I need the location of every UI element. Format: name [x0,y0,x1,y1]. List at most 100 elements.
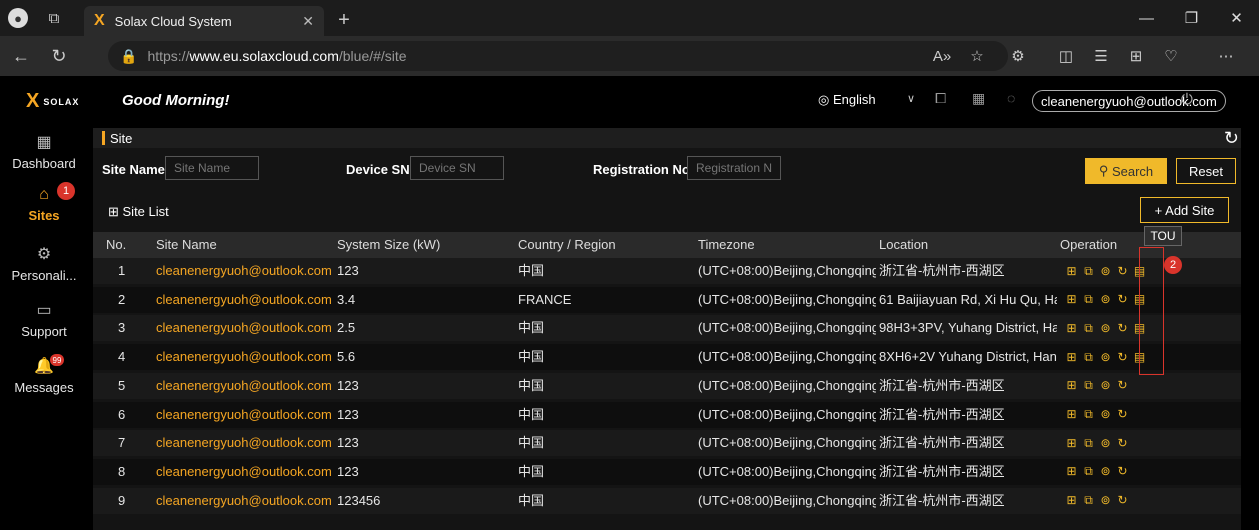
refresh-settings-icon[interactable]: ↻ [1116,436,1129,450]
cell-country: 中国 [518,320,545,336]
refresh-icon[interactable]: ↻ [1224,128,1239,149]
cell-site-name[interactable]: cleanenergyuoh@outlook.com S... [156,459,334,485]
cell-site-name[interactable]: cleanenergyuoh@outlook.com S... [156,315,334,341]
device-sn-input[interactable] [410,156,504,180]
read-aloud-icon[interactable]: A» [926,41,958,71]
monitor-icon[interactable]: ⊚ [1099,293,1112,306]
sidebar-item-support[interactable]: ▭ Support [0,300,88,339]
col-timezone[interactable]: Timezone [698,232,755,258]
add-site-button[interactable]: + Add Site [1140,197,1229,223]
restore-button[interactable]: ❐ [1169,0,1214,36]
reload-icon[interactable]: ↻ [42,39,76,73]
col-system-size[interactable]: System Size (kW) [337,232,440,258]
support-chat-icon[interactable]: ◌ [1007,90,1015,106]
tab-title: Solax Cloud System [114,13,232,29]
search-icon: ⚲ [1098,163,1112,178]
cell-country: 中国 [518,377,545,393]
more-icon[interactable]: ⋯ [1210,41,1242,71]
table-header: No. Site Name System Size (kW) Country /… [93,232,1241,258]
refresh-settings-icon[interactable]: ↻ [1116,350,1129,364]
sidebar-item-messages[interactable]: 🔔 Messages [0,356,88,395]
collections-icon[interactable]: ⊞ [1120,41,1152,71]
edit-icon[interactable]: ⊞ [1065,494,1078,507]
cell-timezone: (UTC+08:00)Beijing,Chongqing,H... [698,320,876,336]
edit-icon[interactable]: ⊞ [1065,436,1078,450]
chevron-down-icon[interactable]: ∨ [907,92,915,105]
brand-logo[interactable]: X SOLAX [26,90,79,113]
monitor-icon[interactable]: ⊚ [1099,494,1112,507]
back-icon[interactable]: ← [4,39,38,73]
cell-country: 中国 [518,435,545,451]
favorite-icon[interactable]: ☆ [961,41,993,71]
col-location[interactable]: Location [879,232,928,258]
screen-icon[interactable]: ⧠ [935,90,946,107]
monitor-icon[interactable]: ⊚ [1099,436,1112,450]
profile-avatar[interactable]: ● [0,0,36,36]
url-field[interactable]: 🔒 https://www.eu.solaxcloud.com/blue/#/s… [108,41,1008,71]
monitor-icon[interactable]: ⊚ [1099,408,1112,421]
url-path: /blue/#/site [338,48,407,64]
device-icon[interactable]: ⧉ [1082,293,1095,306]
refresh-settings-icon[interactable]: ↻ [1116,379,1129,392]
reset-button[interactable]: Reset [1176,158,1236,184]
monitor-icon[interactable]: ⊚ [1099,379,1112,392]
device-icon[interactable]: ⧉ [1082,494,1095,507]
edit-icon[interactable]: ⊞ [1065,379,1078,392]
refresh-settings-icon[interactable]: ↻ [1116,465,1129,478]
calendar-icon[interactable]: ▦ [972,90,985,107]
device-icon[interactable]: ⧉ [1082,436,1095,450]
monitor-icon[interactable]: ⊚ [1099,264,1112,278]
cell-timezone: (UTC+08:00)Beijing,Chongqing,H... [698,492,876,508]
user-account-button[interactable]: cleanenergyuoh@outlook.com [1032,90,1226,112]
refresh-settings-icon[interactable]: ↻ [1116,494,1129,507]
browser-essentials-icon[interactable]: ♡ [1155,41,1187,71]
edit-icon[interactable]: ⊞ [1065,350,1078,364]
cell-no: 7 [118,435,126,451]
cell-site-name[interactable]: cleanenergyuoh@outlook.com S... [156,344,334,370]
edit-icon[interactable]: ⊞ [1065,465,1078,478]
close-tab-icon[interactable]: ✕ [302,13,314,30]
device-icon[interactable]: ⧉ [1082,379,1095,392]
cell-site-name[interactable]: cleanenergyuoh@outlook.com S... [156,430,334,456]
edit-icon[interactable]: ⊞ [1065,321,1078,335]
edit-icon[interactable]: ⊞ [1065,264,1078,278]
tab-actions-icon[interactable]: ⧉ [36,0,72,36]
search-button[interactable]: ⚲ Search [1085,158,1167,184]
edit-icon[interactable]: ⊞ [1065,293,1078,306]
cell-site-name[interactable]: cleanenergyuoh@outlook.com S... [156,258,334,284]
device-icon[interactable]: ⧉ [1082,408,1095,421]
close-window-button[interactable]: ✕ [1214,0,1259,36]
refresh-settings-icon[interactable]: ↻ [1116,293,1129,306]
refresh-settings-icon[interactable]: ↻ [1116,264,1129,278]
favorites-list-icon[interactable]: ☰ [1085,41,1117,71]
sidebar-item-dashboard[interactable]: ▦ Dashboard [0,132,88,171]
monitor-icon[interactable]: ⊚ [1099,350,1112,364]
monitor-icon[interactable]: ⊚ [1099,321,1112,335]
cell-site-name[interactable]: cleanenergyuoh@outlook.com S... [156,402,334,428]
device-icon[interactable]: ⧉ [1082,465,1095,478]
device-icon[interactable]: ⧉ [1082,321,1095,335]
col-site-name[interactable]: Site Name [156,232,217,258]
monitor-icon[interactable]: ⊚ [1099,465,1112,478]
split-screen-icon[interactable]: ◫ [1050,41,1082,71]
col-country[interactable]: Country / Region [518,232,616,258]
cell-site-name[interactable]: cleanenergyuoh@outlook.com S... [156,287,334,313]
support-icon: ▭ [36,302,52,319]
refresh-settings-icon[interactable]: ↻ [1116,321,1129,335]
refresh-settings-icon[interactable]: ↻ [1116,408,1129,421]
registration-input[interactable] [687,156,781,180]
language-selector[interactable]: ◎ English [818,92,876,108]
site-name-input[interactable] [165,156,259,180]
extensions-icon[interactable]: ⚙ [1002,41,1034,71]
device-icon[interactable]: ⧉ [1082,264,1095,278]
edit-icon[interactable]: ⊞ [1065,408,1078,421]
minimize-button[interactable]: — [1124,0,1169,36]
logout-icon[interactable]: ⏻ [1181,91,1193,108]
device-icon[interactable]: ⧉ [1082,350,1095,364]
cell-site-name[interactable]: cleanenergyuoh@outlook.com S... [156,373,334,399]
browser-tab[interactable]: X Solax Cloud System ✕ [84,6,324,36]
sidebar-item-personalization[interactable]: ⚙ Personali... [0,244,88,283]
cell-site-name[interactable]: cleanenergyuoh@outlook.com S... [156,488,334,514]
new-tab-button[interactable]: + [330,6,358,34]
operation-icons: ⊞ ⧉ ⊚ ↻ [1065,402,1129,428]
